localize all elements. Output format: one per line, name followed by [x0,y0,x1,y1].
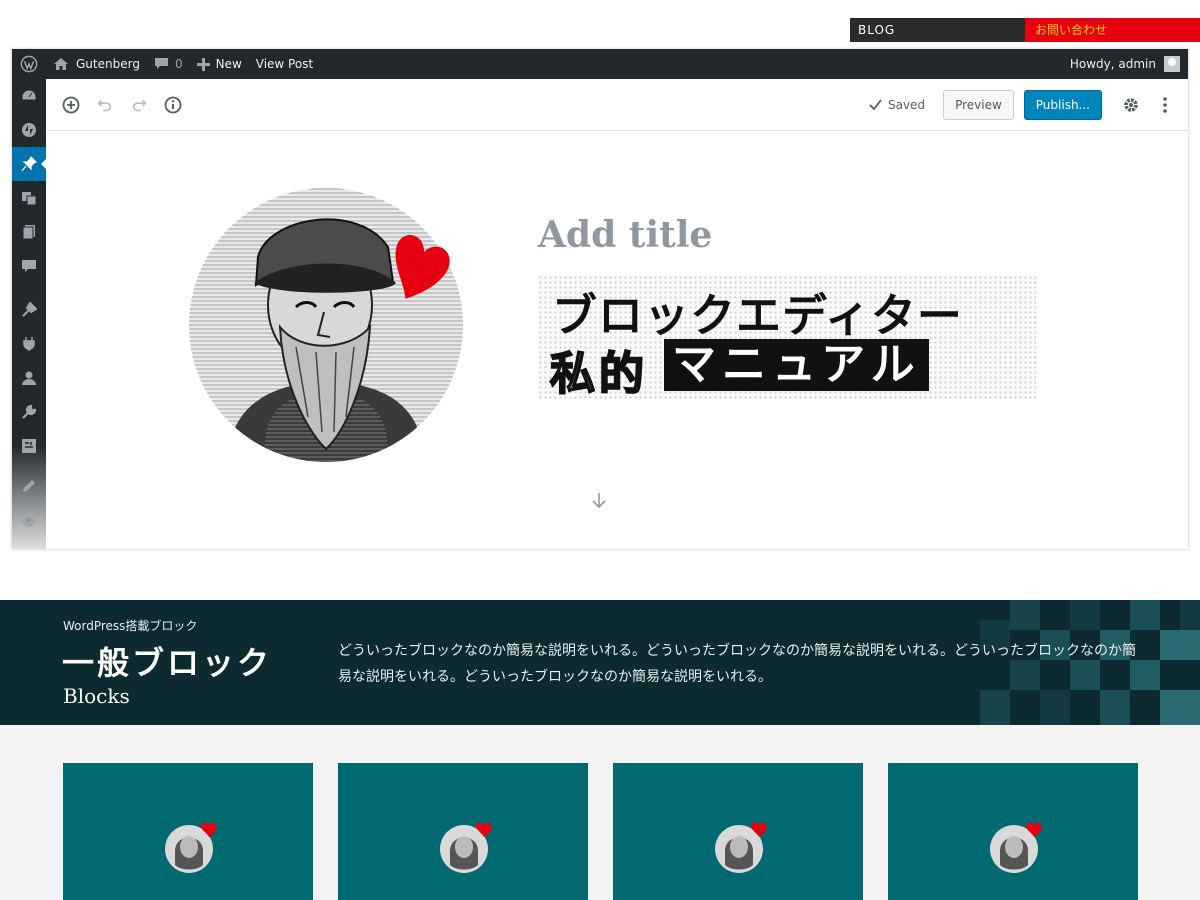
site-name-label: Gutenberg [76,57,140,71]
hero-line1-text: ブロックエディター [552,289,963,342]
gear-icon[interactable] [1114,88,1148,122]
pages-icon[interactable] [12,215,46,249]
editor-canvas: Add title ブロックエディター 私的 マニュアル [46,132,1188,549]
editor-toolbar: Saved Preview Publish... [46,79,1188,131]
block-card[interactable] [63,763,313,900]
comments-icon[interactable] [12,249,46,283]
site-nav: BLOG お問い合わせ [850,18,1200,42]
avatar [1164,56,1180,72]
play-icon[interactable] [12,503,46,537]
section-header: WordPress搭載ブロック 一般ブロック Blocks どういったブロックな… [0,600,1200,725]
redo-icon[interactable] [122,88,156,122]
card-grid [0,725,1200,900]
account-menu[interactable]: Howdy, admin [1063,49,1188,79]
block-card[interactable] [338,763,588,900]
dashboard-icon[interactable] [12,79,46,113]
preview-button[interactable]: Preview [943,89,1014,120]
section-subtitle: WordPress搭載ブロック [63,619,198,633]
saved-status: Saved [869,98,925,112]
comment-bubble-icon [154,58,168,69]
home-icon [54,58,68,70]
nav-contact-link[interactable]: お問い合わせ [1025,18,1200,42]
edit-icon[interactable] [12,469,46,503]
comments-count: 0 [174,57,183,71]
settings-icon[interactable] [12,429,46,463]
view-post-link[interactable]: View Post [249,49,320,79]
portrait-thumbnail [715,822,767,873]
hero-line2-outline-text: 私的 [549,346,649,401]
admin-menu [12,79,47,549]
editor-window: Gutenberg 0 New View Post Howdy, admin S… [12,49,1188,549]
portrait-thumbnail [440,822,492,873]
section-title-en: Blocks [63,684,130,708]
portrait-illustration [189,188,463,462]
block-card[interactable] [613,763,863,900]
saved-label: Saved [887,97,926,112]
new-label: New [215,57,242,71]
hero-title-image[interactable]: ブロックエディター 私的 マニュアル [538,275,1036,401]
admin-bar: Gutenberg 0 New View Post Howdy, admin [12,49,1188,79]
wordpress-logo-icon[interactable] [12,49,46,79]
portrait-thumbnail [165,822,217,873]
info-icon[interactable] [156,88,190,122]
section-title: 一般ブロック [62,644,273,682]
howdy-label: Howdy, admin [1069,57,1156,71]
comments-menu[interactable]: 0 [147,49,190,79]
check-icon [869,99,882,110]
undo-icon[interactable] [88,88,122,122]
section-description: どういったブロックなのか簡易な説明をいれる。どういったブロックなのか簡易な説明を… [338,643,1136,685]
appearance-icon[interactable] [12,293,46,327]
block-card[interactable] [888,763,1138,900]
pin-icon[interactable] [12,147,47,181]
tools-icon[interactable] [12,395,46,429]
jetpack-icon[interactable] [12,113,46,147]
more-options-icon[interactable] [1148,88,1182,122]
add-block-icon[interactable] [54,88,88,122]
portrait-thumbnail [990,822,1042,873]
new-content-menu[interactable]: New [190,49,249,79]
plus-icon [196,57,210,71]
arrow-down-icon[interactable] [591,492,607,510]
users-icon[interactable] [12,361,46,395]
hero-line2-box-text: マニュアル [664,339,929,391]
post-title-input[interactable]: Add title [538,214,712,256]
media-icon[interactable] [12,181,46,215]
plugins-icon[interactable] [12,327,46,361]
nav-blog-link[interactable]: BLOG [850,18,1025,42]
publish-button[interactable]: Publish... [1023,89,1102,120]
site-name-menu[interactable]: Gutenberg [46,49,147,79]
